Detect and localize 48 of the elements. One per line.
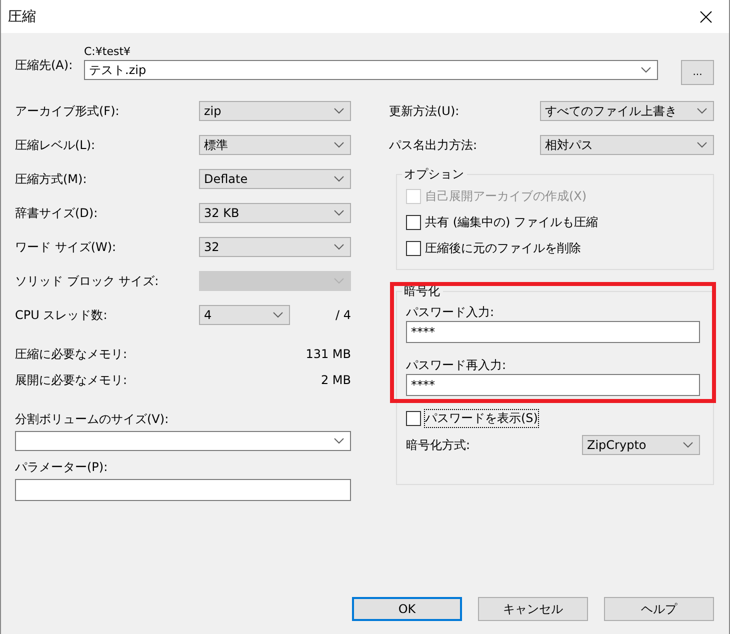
memory-label: 展開に必要なメモリ: xyxy=(15,372,128,388)
password-field[interactable]: **** xyxy=(406,321,700,343)
close-icon xyxy=(700,10,712,22)
group-title: オプション xyxy=(403,166,465,183)
memory-value: 2 MB xyxy=(320,373,351,387)
dialog-button[interactable]: ヘルプ xyxy=(604,597,714,621)
folder-path: C:¥test¥ xyxy=(84,45,132,60)
dropdown[interactable]: 標準 xyxy=(199,135,351,155)
parameters-field[interactable] xyxy=(15,479,351,501)
field-label: 暗号化方式: xyxy=(406,436,470,454)
dropdown[interactable]: 相対パス xyxy=(540,135,714,155)
dropdown[interactable]: 4 xyxy=(199,305,290,325)
field-label: 分割ボリュームのサイズ(V): xyxy=(15,412,169,426)
field-label: ソリッド ブロック サイズ: xyxy=(15,272,159,290)
field-label: ワード サイズ(W): xyxy=(15,238,116,256)
memory-label: 圧縮に必要なメモリ: xyxy=(15,346,128,362)
dialog-button[interactable]: キャンセル xyxy=(478,597,588,621)
browse-button[interactable]: ... xyxy=(681,60,714,85)
checkbox[interactable] xyxy=(406,410,421,426)
field-label: アーカイブ形式(F): xyxy=(15,102,120,120)
dropdown[interactable]: 32 xyxy=(199,237,351,257)
field-label: 圧縮レベル(L): xyxy=(15,136,96,154)
thread-max: / 4 xyxy=(336,308,351,322)
checkbox-label[interactable]: 共有 (編集中の) ファイルも圧縮 xyxy=(425,214,598,230)
memory-value: 131 MB xyxy=(306,347,351,361)
field-label: 辞書サイズ(D): xyxy=(15,204,98,222)
field-label: パスワード再入力: xyxy=(406,356,506,374)
checkbox[interactable] xyxy=(406,214,421,230)
field-label: 更新方法(U): xyxy=(389,102,460,120)
password-field[interactable]: **** xyxy=(406,374,700,396)
checkbox[interactable] xyxy=(406,240,421,256)
dropdown[interactable]: zip xyxy=(199,101,351,121)
field-label: CPU スレッド数: xyxy=(15,306,108,324)
field-label: 圧縮先(A): xyxy=(15,57,74,74)
dropdown[interactable]: Deflate xyxy=(199,169,351,189)
archive-name-combo[interactable]: テスト.zip xyxy=(84,60,658,80)
split-size-combo[interactable] xyxy=(15,431,351,451)
dropdown[interactable]: すべてのファイル上書き xyxy=(540,101,714,121)
checkbox-label[interactable]: 圧縮後に元のファイルを削除 xyxy=(425,240,581,256)
field-label: パラメーター(P): xyxy=(15,460,108,474)
field-label: パス名出力方法: xyxy=(389,136,478,154)
dropdown[interactable]: ZipCrypto xyxy=(582,435,700,455)
dropdown[interactable]: 32 KB xyxy=(199,203,351,223)
checkbox-label[interactable]: パスワードを表示(S) xyxy=(425,410,538,426)
dialog-button[interactable]: OK xyxy=(352,597,462,621)
field-label: パスワード入力: xyxy=(406,304,494,320)
window-title: 圧縮 xyxy=(8,8,36,26)
field-label: 圧縮方式(M): xyxy=(15,170,87,188)
